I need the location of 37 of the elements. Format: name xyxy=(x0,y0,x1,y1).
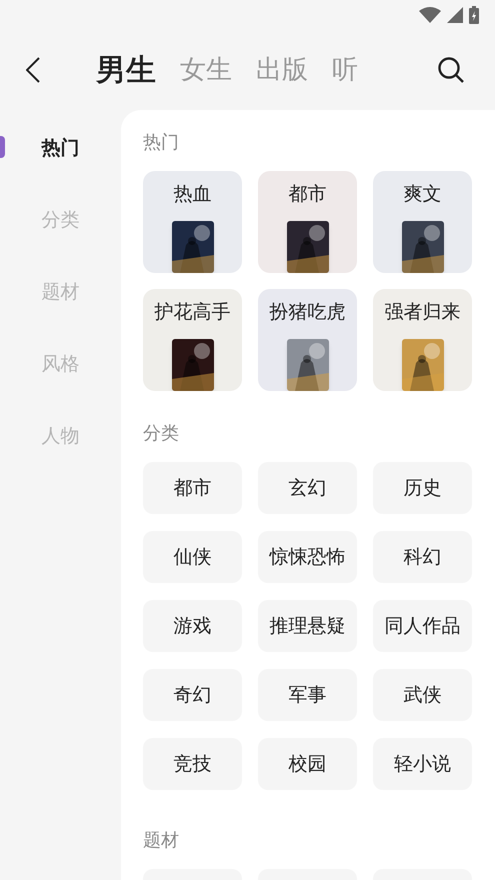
section-title: 分类 xyxy=(143,422,180,446)
genre-label: 护花高手 xyxy=(154,300,230,325)
category-button[interactable]: 仙侠 xyxy=(143,531,242,583)
section-title: 热门 xyxy=(143,131,180,155)
signal-icon xyxy=(447,7,463,23)
genre-label: 强者归来 xyxy=(384,300,460,325)
category-button[interactable]: 轻小说 xyxy=(373,738,472,790)
category-button[interactable]: 军事 xyxy=(258,669,357,721)
genre-label: 扮猪吃虎 xyxy=(270,300,346,325)
genre-label: 都市 xyxy=(288,182,326,207)
genre-label: 爽文 xyxy=(404,182,442,207)
category-button[interactable]: 推理悬疑 xyxy=(258,600,357,652)
category-button[interactable]: 惊悚恐怖 xyxy=(258,531,357,583)
genre-card[interactable]: 强者归来 xyxy=(373,289,472,391)
category-button[interactable]: 同人作品 xyxy=(373,600,472,652)
battery-icon xyxy=(469,6,479,24)
category-button[interactable]: 玄幻 xyxy=(258,462,357,514)
category-button[interactable]: 都市 xyxy=(143,462,242,514)
section-title: 题材 xyxy=(143,829,180,853)
category-button[interactable]: 武侠 xyxy=(373,669,472,721)
search-icon[interactable] xyxy=(437,56,465,84)
genre-card[interactable]: 都市 xyxy=(258,171,357,273)
category-button[interactable]: 科幻 xyxy=(373,531,472,583)
tab[interactable]: 男生 xyxy=(96,48,156,92)
genre-label: 热血 xyxy=(174,182,212,207)
genre-card[interactable]: 热血 xyxy=(143,171,242,273)
category-button[interactable]: 奇幻 xyxy=(143,669,242,721)
category-button[interactable]: 竞技 xyxy=(143,738,242,790)
category-button[interactable]: 校园 xyxy=(258,738,357,790)
genre-card[interactable]: 爽文 xyxy=(373,171,472,273)
wifi-icon xyxy=(419,7,441,23)
category-button[interactable]: 游戏 xyxy=(143,600,242,652)
sidebar-item[interactable]: 热门 xyxy=(42,134,80,162)
back-icon[interactable] xyxy=(26,57,40,83)
genre-card[interactable]: 扮猪吃虎 xyxy=(258,289,357,391)
genre-card[interactable]: 护花高手 xyxy=(143,289,242,391)
category-button[interactable]: 历史 xyxy=(373,462,472,514)
